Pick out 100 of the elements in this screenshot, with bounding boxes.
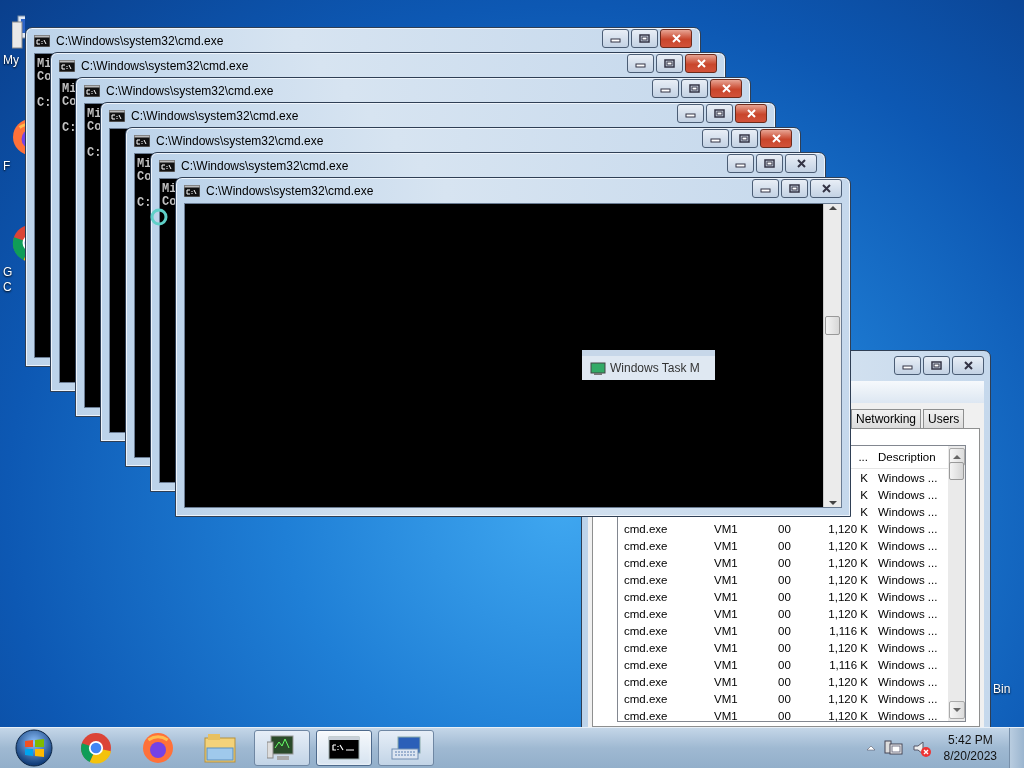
close-button[interactable] [735,104,767,123]
minimize-button[interactable] [702,129,729,148]
table-cell-text: VM1 [713,590,739,603]
close-icon [962,361,974,370]
close-icon [670,34,682,43]
icon-label: F [2,159,11,174]
table-cell-text: 1,120 K [827,556,869,569]
table-cell-text: VM1 [713,692,739,705]
table-cell-text: 00 [777,573,792,586]
close-button[interactable] [952,356,984,375]
table-cell-text: cmd.exe [623,556,669,569]
busy-cursor-icon [150,208,168,226]
icon-label: G [2,265,13,280]
table-cell-text: Windows ... [877,556,939,569]
scroll-up-icon[interactable] [827,204,838,212]
table-cell-text: cmd.exe [623,522,669,535]
table-cell-text: cmd.exe [623,590,669,603]
window-title: C:\Windows\system32\cmd.exe [106,83,275,98]
tab[interactable]: Networking [851,409,922,428]
table-cell-text: 00 [777,675,792,688]
table-cell-text: Windows ... [877,522,939,535]
maximize-icon [739,134,750,143]
table-cell-text: K [859,471,869,484]
table-cell-text: 00 [777,624,792,637]
close-button[interactable] [660,29,692,48]
table-cell-text: Windows ... [877,573,939,586]
console-text: Mi [37,58,52,71]
table-cell-text: 00 [777,590,792,603]
terminal-icon [109,109,125,122]
maximize-icon [714,109,725,118]
minimize-button[interactable] [602,29,629,48]
scroll-down-icon[interactable] [951,706,962,714]
close-icon [795,159,807,168]
table-cell-text: Windows ... [877,488,939,501]
maximize-button[interactable] [656,54,683,73]
start-button[interactable] [15,729,53,767]
minimize-button[interactable] [752,179,779,198]
maximize-button[interactable] [731,129,758,148]
console-text: Mi [137,158,152,171]
close-button[interactable] [685,54,717,73]
maximize-button[interactable] [756,154,783,173]
close-button[interactable] [810,179,842,198]
maximize-button[interactable] [681,79,708,98]
table-cell-text: VM1 [713,522,739,535]
icon-label: Bin [993,682,1011,696]
speaker-muted-icon[interactable] [911,739,932,757]
maximize-button[interactable] [781,179,808,198]
table-cell-text: cmd.exe [623,573,669,586]
minimize-button[interactable] [894,356,921,375]
scrollbar[interactable] [948,446,965,721]
network-icon[interactable] [883,739,904,757]
table-cell-text: cmd.exe [623,539,669,552]
column-header[interactable]: Description [872,451,948,463]
table-cell-text: Windows ... [877,590,939,603]
keyboard-icon [390,735,422,761]
table-cell-text: cmd.exe [623,607,669,620]
table-cell-text: Windows ... [877,624,939,637]
table-cell-text: Windows ... [877,675,939,688]
table-cell-text: cmd.exe [623,692,669,705]
table-cell-text: VM1 [713,709,739,722]
scroll-thumb[interactable] [949,462,964,480]
table-cell-text: 1,120 K [827,675,869,688]
show-hidden-icons-icon[interactable] [865,744,876,752]
minimize-button[interactable] [677,104,704,123]
maximize-button[interactable] [631,29,658,48]
monitor-icon [590,361,606,375]
scroll-down-icon[interactable] [827,499,838,507]
maximize-button[interactable] [923,356,950,375]
window-title: C:\Windows\system32\cmd.exe [206,183,375,198]
clock[interactable]: 5:42 PM 8/20/2023 [939,732,1001,764]
table-cell-text: 1,116 K [828,658,869,671]
close-button[interactable] [710,79,742,98]
table-cell-text: 1,120 K [827,539,869,552]
minimize-button[interactable] [627,54,654,73]
console-text: Mi [87,108,102,121]
close-icon [695,59,707,68]
console-prompt: C: [62,122,77,135]
close-button[interactable] [760,129,792,148]
scrollbar[interactable] [823,204,841,507]
console-prompt: C: [137,197,152,210]
table-cell-text: Windows ... [877,641,939,654]
table-cell-text: 00 [777,539,792,552]
minimize-button[interactable] [727,154,754,173]
monitor-icon [267,734,297,762]
taskbar-button[interactable] [254,730,310,766]
maximize-icon [931,361,942,370]
terminal-icon [184,184,200,197]
taskbar-button[interactable] [316,730,372,766]
maximize-button[interactable] [706,104,733,123]
table-cell-text: Windows ... [877,539,939,552]
terminal-icon [328,735,360,761]
close-button[interactable] [785,154,817,173]
console-text: Mi [62,83,77,96]
scroll-thumb[interactable] [825,316,840,335]
table-cell-text: K [859,488,869,501]
minimize-button[interactable] [652,79,679,98]
console-text: Mi [162,183,177,196]
table-cell-text: 1,116 K [828,624,869,637]
maximize-icon [789,184,800,193]
tab[interactable]: Users [923,409,965,428]
